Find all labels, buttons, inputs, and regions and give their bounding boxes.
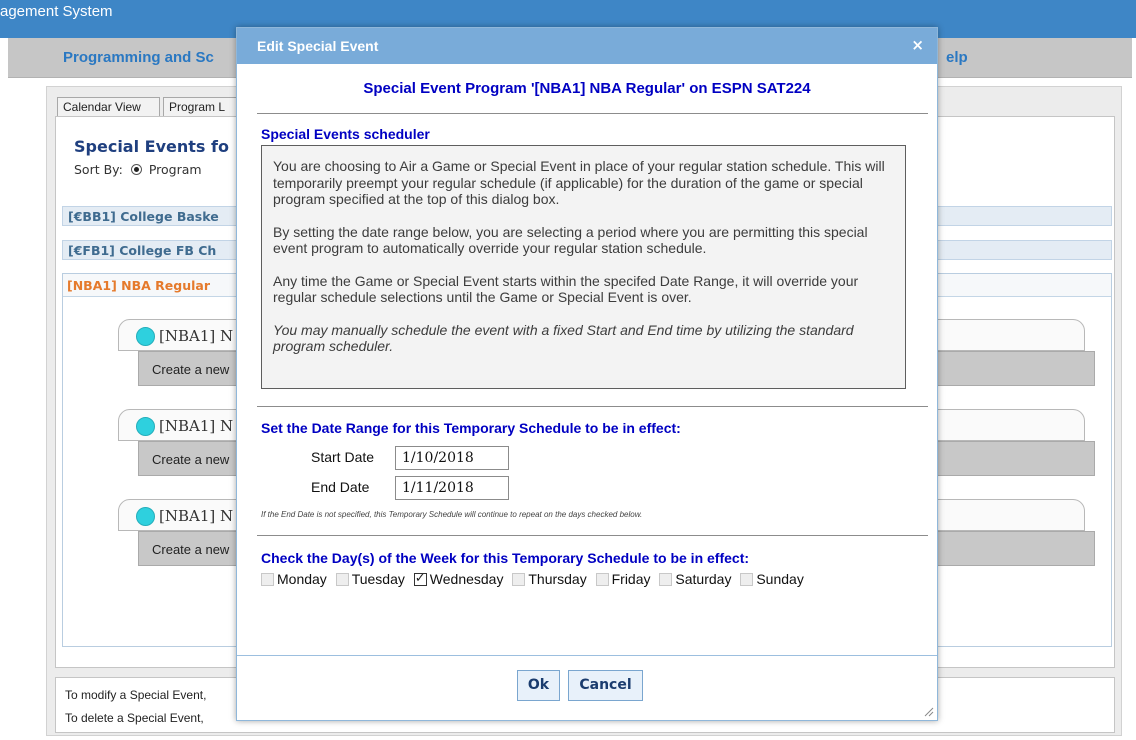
end-date-input[interactable]: 1/11/2018 bbox=[395, 476, 509, 500]
create-new-link[interactable]: Create a new bbox=[152, 542, 229, 557]
program-title: Special Event Program '[NBA1] NBA Regula… bbox=[363, 80, 811, 97]
wednesday-checkbox[interactable] bbox=[413, 571, 427, 586]
dialog-titlebar[interactable]: Edit Special Event × bbox=[237, 28, 937, 64]
special-events-heading: Special Events fo bbox=[74, 137, 229, 156]
divider bbox=[257, 406, 928, 407]
footer-modify-instruction: To modify a Special Event, bbox=[65, 688, 207, 702]
close-icon[interactable]: × bbox=[911, 36, 924, 54]
thursday-checkbox[interactable] bbox=[512, 572, 526, 586]
tab-program-list[interactable]: Program L bbox=[163, 97, 243, 116]
tab-calendar-view[interactable]: Calendar View bbox=[57, 97, 160, 116]
sort-program-radio[interactable] bbox=[130, 164, 142, 175]
dialog-footer-divider bbox=[237, 655, 937, 656]
scheduler-heading: Special Events scheduler bbox=[261, 126, 430, 142]
friday-checkbox[interactable] bbox=[595, 572, 609, 586]
status-dot-icon bbox=[136, 507, 155, 526]
day-saturday[interactable]: Saturday bbox=[659, 571, 731, 587]
thursday-label: Thursday bbox=[528, 571, 587, 587]
wednesday-label: Wednesday bbox=[429, 571, 504, 587]
saturday-checkbox[interactable] bbox=[659, 572, 673, 586]
divider bbox=[257, 535, 928, 536]
day-tuesday[interactable]: Tuesday bbox=[335, 571, 405, 587]
footer-delete-instruction: To delete a Special Event, bbox=[65, 711, 204, 725]
friday-label: Friday bbox=[611, 571, 651, 587]
status-dot-icon bbox=[136, 327, 155, 346]
app-title: agement System bbox=[0, 3, 113, 20]
day-sunday[interactable]: Sunday bbox=[740, 571, 804, 587]
edit-special-event-dialog: Edit Special Event × Special Event Progr… bbox=[236, 27, 938, 721]
menu-help[interactable]: elp bbox=[946, 49, 968, 66]
saturday-label: Saturday bbox=[675, 571, 732, 587]
info-paragraph: You may manually schedule the event with… bbox=[273, 321, 854, 355]
start-date-label: Start Date bbox=[311, 449, 375, 465]
dialog-title: Edit Special Event bbox=[257, 38, 379, 54]
cancel-button[interactable]: Cancel bbox=[568, 670, 643, 701]
tuesday-checkbox[interactable] bbox=[335, 572, 349, 586]
event-title: [NBA1] N bbox=[159, 417, 234, 435]
event-title: [NBA1] N bbox=[159, 507, 234, 525]
monday-checkbox[interactable] bbox=[261, 572, 274, 586]
sunday-label: Sunday bbox=[756, 571, 804, 587]
sort-by-row: Sort By: Program bbox=[74, 162, 202, 177]
start-date-input[interactable]: 1/10/2018 bbox=[395, 446, 509, 470]
resize-grip-icon[interactable] bbox=[924, 707, 934, 717]
days-of-week-row: Monday Tuesday Wednesday Thursday Friday… bbox=[261, 571, 809, 589]
day-thursday[interactable]: Thursday bbox=[512, 571, 587, 587]
group-nba-regular-label: [NBA1] NBA Regular bbox=[67, 278, 210, 293]
sunday-checkbox[interactable] bbox=[740, 572, 754, 586]
sort-program-label: Program bbox=[148, 162, 202, 177]
create-new-link[interactable]: Create a new bbox=[152, 362, 229, 377]
divider bbox=[257, 113, 928, 114]
create-new-link[interactable]: Create a new bbox=[152, 452, 229, 467]
event-title: [NBA1] N bbox=[159, 327, 234, 345]
date-range-heading: Set the Date Range for this Temporary Sc… bbox=[261, 420, 681, 436]
end-date-note: If the End Date is not specified, this T… bbox=[261, 510, 643, 519]
monday-label: Monday bbox=[277, 571, 327, 587]
status-dot-icon bbox=[136, 417, 155, 436]
scheduler-info-box: You are choosing to Air a Game or Specia… bbox=[261, 145, 906, 389]
menu-programming-and-scheduling[interactable]: Programming and Sc bbox=[63, 49, 214, 66]
info-paragraph: Any time the Game or Special Event start… bbox=[273, 272, 859, 306]
tuesday-label: Tuesday bbox=[351, 571, 405, 587]
days-heading: Check the Day(s) of the Week for this Te… bbox=[261, 550, 750, 566]
ok-button[interactable]: Ok bbox=[517, 670, 560, 701]
sort-by-label: Sort By: bbox=[74, 162, 123, 177]
info-paragraph: You are choosing to Air a Game or Specia… bbox=[273, 158, 885, 207]
end-date-label: End Date bbox=[311, 479, 370, 495]
info-paragraph: By setting the date range below, you are… bbox=[273, 223, 868, 257]
day-friday[interactable]: Friday bbox=[595, 571, 651, 587]
day-monday[interactable]: Monday bbox=[261, 571, 327, 587]
day-wednesday[interactable]: Wednesday bbox=[413, 571, 504, 587]
